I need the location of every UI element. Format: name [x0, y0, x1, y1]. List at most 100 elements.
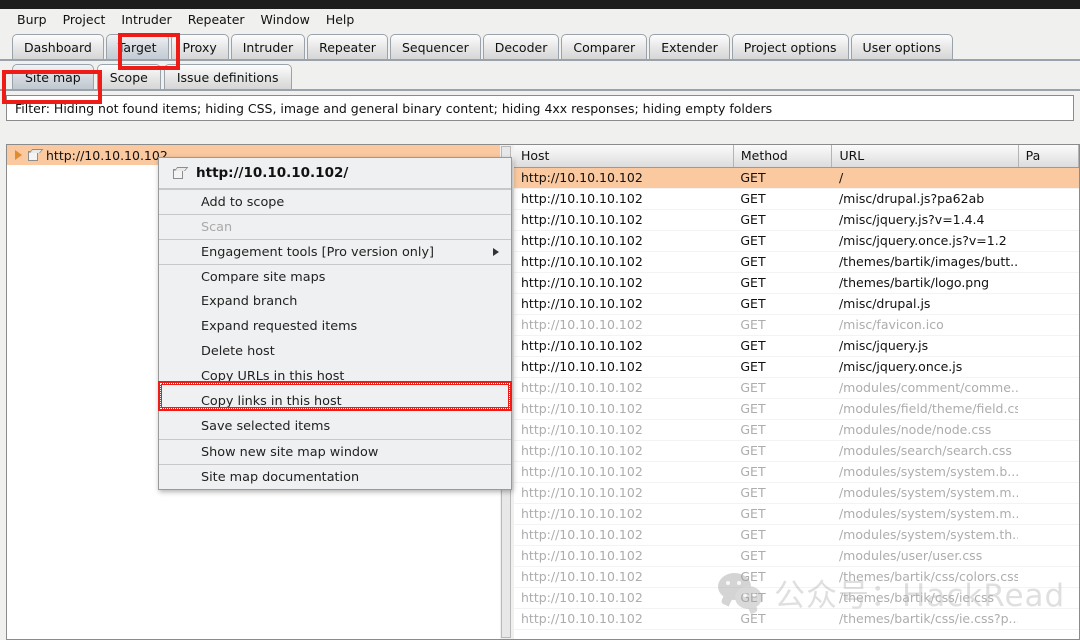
- host-cell: http://10.10.10.102: [514, 251, 734, 273]
- tab-target[interactable]: Target: [105, 34, 169, 59]
- url-cell: /themes/bartik/css/ie.css?p...: [831, 608, 1019, 630]
- table-row[interactable]: http://10.10.10.102 GET /: [514, 167, 1079, 189]
- method-cell: GET: [733, 314, 832, 336]
- context-menu-header-label: http://10.10.10.102/: [196, 165, 349, 181]
- submenu-arrow-icon: [493, 248, 499, 256]
- method-cell: GET: [733, 356, 832, 378]
- table-row[interactable]: http://10.10.10.102 GET/modules/system/sy…: [514, 503, 1079, 525]
- url-cell: /misc/jquery.once.js: [831, 356, 1019, 378]
- tab-issue-definitions[interactable]: Issue definitions: [163, 64, 292, 89]
- url-cell: /modules/user/user.css: [831, 545, 1019, 567]
- context-menu-item-expand-requested-items[interactable]: Expand requested items: [159, 314, 511, 339]
- context-menu-item-site-map-documentation[interactable]: Site map documentation: [159, 464, 511, 489]
- tab-extender[interactable]: Extender: [649, 34, 730, 59]
- method-cell: GET: [733, 251, 832, 273]
- url-cell: /misc/favicon.ico: [831, 314, 1019, 336]
- table-row[interactable]: http://10.10.10.102 GET/modules/node/node…: [514, 419, 1079, 441]
- method-cell: GET: [733, 608, 832, 630]
- menu-item-help[interactable]: Help: [318, 10, 363, 30]
- table-row[interactable]: http://10.10.10.102 GET/modules/system/sy…: [514, 524, 1079, 546]
- params-cell: [1018, 503, 1079, 525]
- menu-item-repeater[interactable]: Repeater: [180, 10, 253, 30]
- tab-decoder[interactable]: Decoder: [482, 34, 560, 59]
- url-cell: /misc/drupal.js: [831, 293, 1019, 315]
- host-cell: http://10.10.10.102: [514, 524, 734, 546]
- tab-intruder[interactable]: Intruder: [230, 34, 306, 59]
- context-menu-item-label: Site map documentation: [201, 469, 360, 485]
- params-cell: [1018, 608, 1079, 630]
- context-menu-item-save-selected-items[interactable]: Save selected items: [159, 414, 511, 439]
- method-cell: GET: [733, 335, 832, 357]
- context-menu-item-expand-branch[interactable]: Expand branch: [159, 289, 511, 314]
- main-tab-bar: Dashboard Target Proxy Intruder Repeater…: [0, 31, 1080, 61]
- requests-table-panel: Host Method URL Pa http://10.10.10.102 GE…: [514, 144, 1080, 640]
- menu-item-intruder[interactable]: Intruder: [113, 10, 179, 30]
- column-header-url[interactable]: URL: [831, 145, 1019, 168]
- context-menu-item-copy-urls-in-this-host[interactable]: Copy URLs in this host: [159, 364, 511, 389]
- filter-bar[interactable]: Filter: Hiding not found items; hiding C…: [6, 95, 1074, 121]
- tab-sequencer[interactable]: Sequencer: [389, 34, 481, 59]
- table-row[interactable]: http://10.10.10.102 GET/modules/system/sy…: [514, 461, 1079, 483]
- url-cell: /themes/bartik/css/ie.css: [831, 587, 1019, 609]
- site-map-context-menu: http://10.10.10.102/ Add to scope Scan Eng…: [158, 157, 512, 490]
- table-row[interactable]: http://10.10.10.102 GET/misc/jquery.js: [514, 335, 1079, 357]
- table-row[interactable]: http://10.10.10.102 GET/themes/bartik/css…: [514, 608, 1079, 630]
- params-cell: [1018, 356, 1079, 378]
- table-row[interactable]: http://10.10.10.102 GET/themes/bartik/css…: [514, 566, 1079, 588]
- host-cell: http://10.10.10.102: [514, 503, 734, 525]
- method-cell: GET: [733, 167, 832, 189]
- table-row[interactable]: http://10.10.10.102 GET/misc/jquery.js?v=…: [514, 209, 1079, 231]
- tab-site-map[interactable]: Site map: [12, 64, 94, 89]
- column-header-method[interactable]: Method: [733, 145, 833, 168]
- tab-project-options[interactable]: Project options: [731, 34, 849, 59]
- tree-node-label: http://10.10.10.102: [46, 147, 168, 163]
- table-row[interactable]: http://10.10.10.102 GET/misc/jquery.once.…: [514, 230, 1079, 252]
- context-menu-item-add-to-scope[interactable]: Add to scope: [159, 189, 511, 214]
- method-cell: GET: [733, 272, 832, 294]
- column-header-host[interactable]: Host: [514, 145, 734, 168]
- table-row[interactable]: http://10.10.10.102 GET/themes/bartik/log…: [514, 272, 1079, 294]
- table-row[interactable]: http://10.10.10.102 GET/themes/bartik/css…: [514, 587, 1079, 609]
- tab-comparer[interactable]: Comparer: [561, 34, 648, 59]
- tab-dashboard[interactable]: Dashboard: [12, 34, 104, 59]
- url-cell: /themes/bartik/images/butt...: [831, 251, 1019, 273]
- window-title-bar: [0, 0, 1080, 9]
- column-header-params[interactable]: Pa: [1018, 145, 1079, 168]
- table-row[interactable]: http://10.10.10.102 GET/misc/drupal.js?pa…: [514, 188, 1079, 210]
- tab-proxy[interactable]: Proxy: [170, 34, 229, 59]
- params-cell: [1018, 188, 1079, 210]
- menu-bar: Burp Project Intruder Repeater Window He…: [0, 9, 1080, 31]
- host-cell: http://10.10.10.102: [514, 587, 734, 609]
- context-menu-item-engagement-tools-pro-version-only[interactable]: Engagement tools [Pro version only]: [159, 239, 511, 264]
- url-cell: /modules/node/node.css: [831, 419, 1019, 441]
- context-menu-item-label: Add to scope: [201, 194, 285, 210]
- method-cell: GET: [733, 482, 832, 504]
- menu-item-burp[interactable]: Burp: [9, 10, 55, 30]
- table-row[interactable]: http://10.10.10.102 GET/misc/favicon.ico: [514, 314, 1079, 336]
- table-row[interactable]: http://10.10.10.102 GET/modules/user/user…: [514, 545, 1079, 567]
- params-cell: [1018, 461, 1079, 483]
- context-menu-item-copy-links-in-this-host[interactable]: Copy links in this host: [159, 389, 511, 414]
- table-row[interactable]: http://10.10.10.102 GET/modules/field/the…: [514, 398, 1079, 420]
- context-menu-item-show-new-site-map-window[interactable]: Show new site map window: [159, 439, 511, 464]
- tab-repeater[interactable]: Repeater: [307, 34, 388, 59]
- params-cell: [1018, 419, 1079, 441]
- params-cell: [1018, 524, 1079, 546]
- menu-item-project[interactable]: Project: [55, 10, 114, 30]
- context-menu-item-delete-host[interactable]: Delete host: [159, 339, 511, 364]
- context-menu-item-compare-site-maps[interactable]: Compare site maps: [159, 264, 511, 289]
- tab-scope[interactable]: Scope: [96, 64, 161, 89]
- table-row[interactable]: http://10.10.10.102 GET/themes/bartik/ima…: [514, 251, 1079, 273]
- context-menu-header: http://10.10.10.102/: [159, 158, 511, 189]
- table-row[interactable]: http://10.10.10.102 GET/misc/drupal.js: [514, 293, 1079, 315]
- params-cell: [1018, 335, 1079, 357]
- table-row[interactable]: http://10.10.10.102 GET/modules/search/se…: [514, 440, 1079, 462]
- host-cell: http://10.10.10.102: [514, 440, 734, 462]
- tab-user-options[interactable]: User options: [850, 34, 954, 59]
- method-cell: GET: [733, 566, 832, 588]
- table-row[interactable]: http://10.10.10.102 GET/modules/comment/c…: [514, 377, 1079, 399]
- expand-triangle-icon[interactable]: [15, 150, 22, 160]
- table-row[interactable]: http://10.10.10.102 GET/modules/system/sy…: [514, 482, 1079, 504]
- table-row[interactable]: http://10.10.10.102 GET/misc/jquery.once.…: [514, 356, 1079, 378]
- menu-item-window[interactable]: Window: [253, 10, 318, 30]
